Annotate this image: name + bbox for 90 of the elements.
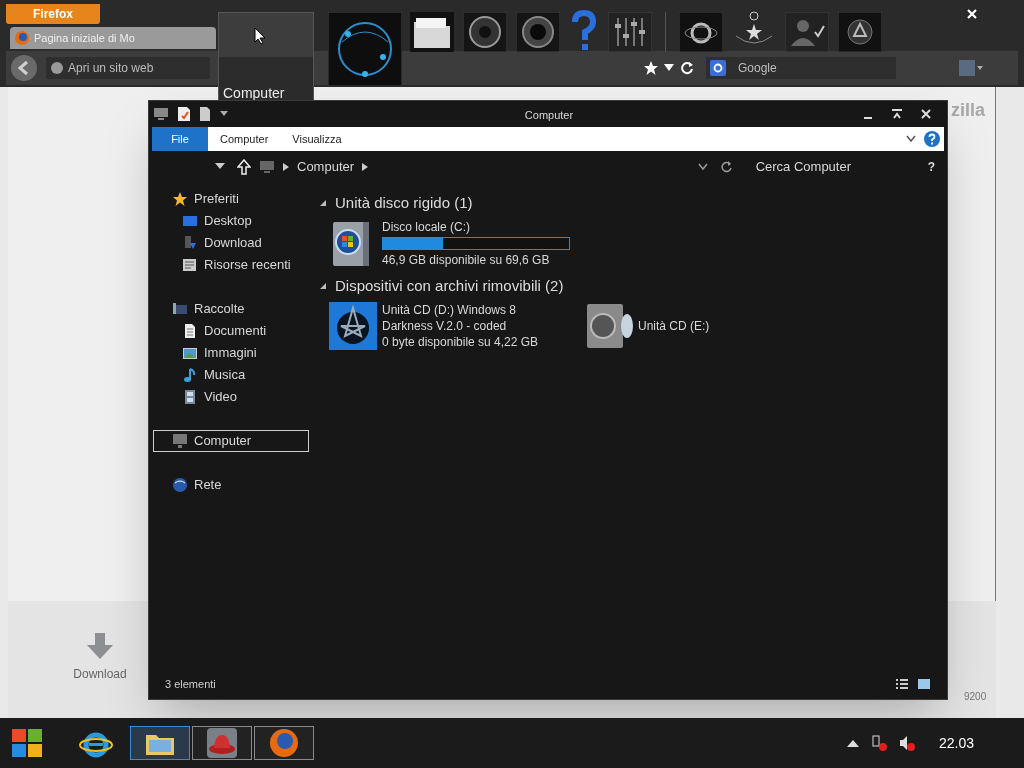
chevron-right-icon[interactable] xyxy=(362,163,369,171)
nav-item[interactable]: Documenti xyxy=(153,320,317,342)
user-icon[interactable] xyxy=(785,12,829,52)
search-field[interactable]: Google xyxy=(706,57,896,79)
dropdown-icon[interactable] xyxy=(697,163,708,171)
nav-item[interactable]: Desktop xyxy=(153,210,317,232)
ribbon-tab[interactable]: Computer xyxy=(208,127,281,151)
desktop-icon xyxy=(182,213,198,229)
computer-icon xyxy=(259,160,275,174)
window-title: Computer xyxy=(523,108,575,123)
tiles-view-icon[interactable] xyxy=(917,678,931,690)
pictures-icon xyxy=(182,345,198,361)
nav-item[interactable]: Preferiti xyxy=(153,188,317,210)
help-button[interactable]: ? xyxy=(927,158,935,176)
computer-icon xyxy=(172,433,188,449)
section-heading[interactable]: Dispositivi con archivi rimovibili (2) xyxy=(335,274,564,298)
nav-item[interactable]: Video xyxy=(153,386,317,408)
firefox-icon xyxy=(14,30,30,46)
nav-item[interactable]: Raccolte xyxy=(153,298,317,320)
search-field[interactable]: Cerca Computer xyxy=(743,157,904,177)
dropdown-icon[interactable] xyxy=(219,110,229,118)
ribbon-tab[interactable]: Visualizza xyxy=(280,127,354,151)
cursor-icon xyxy=(254,27,266,45)
drive-space-text: 46,9 GB disponibile su 69,6 GB xyxy=(382,252,551,268)
chevron-up-icon[interactable] xyxy=(846,739,859,747)
nav-item[interactable]: Immagini xyxy=(153,342,317,364)
dropdown-icon[interactable] xyxy=(215,163,225,171)
star-icon[interactable] xyxy=(643,60,659,76)
breadcrumb-item[interactable]: Computer xyxy=(297,157,355,177)
expand-icon[interactable] xyxy=(906,135,916,143)
properties-icon[interactable] xyxy=(177,106,191,122)
computer-icon xyxy=(153,107,169,121)
star-icon xyxy=(172,191,188,207)
taskbar-button[interactable] xyxy=(192,726,252,760)
nav-item[interactable]: Risorse recenti xyxy=(153,254,317,276)
music-icon xyxy=(182,367,198,383)
taskbar-button[interactable] xyxy=(254,726,314,760)
tab-title: Pagina iniziale di Mo xyxy=(34,30,135,46)
folder-icon[interactable] xyxy=(410,12,454,52)
sliders-icon[interactable] xyxy=(608,12,652,52)
speaker-muted-icon[interactable] xyxy=(898,735,915,751)
close-icon[interactable] xyxy=(921,109,931,119)
details-view-icon[interactable] xyxy=(895,678,909,690)
collapse-icon[interactable] xyxy=(319,199,327,207)
drive-name: Disco locale (C:) xyxy=(382,219,472,235)
emblem-icon xyxy=(329,302,377,350)
download-icon xyxy=(85,631,115,661)
download-button[interactable]: Download xyxy=(68,631,132,691)
preview-label: Computer xyxy=(223,84,285,103)
drive-item[interactable]: Disco locale (C:) 46,9 GB disponibile su 69,6 GB xyxy=(329,219,573,268)
recent-icon xyxy=(182,257,198,273)
firefox-icon xyxy=(268,727,300,759)
page-logo-text: zilla xyxy=(951,99,985,122)
drive-space-text: 0 byte disponibile su 4,22 GB xyxy=(382,334,539,350)
drive-name: Unità CD (E:) xyxy=(638,318,710,334)
build-text: 9200 xyxy=(964,690,987,704)
help-icon[interactable] xyxy=(924,131,940,147)
hat-icon xyxy=(206,727,238,759)
network-error-icon[interactable] xyxy=(870,735,887,751)
download-icon xyxy=(182,235,198,251)
nav-item[interactable]: Computer xyxy=(153,430,309,452)
drive-item[interactable]: Unità CD (D:) Windows 8 Darkness V.2.0 - coded 0 byte disponibile su 4,22 GB xyxy=(329,302,555,350)
drive-name: Unità CD (D:) Windows 8 xyxy=(382,302,518,318)
camera-lens-icon[interactable] xyxy=(516,12,560,52)
library-icon xyxy=(172,301,188,317)
cd-drive-icon xyxy=(585,302,633,350)
nav-item[interactable]: Download xyxy=(153,232,317,254)
network-icon xyxy=(172,477,188,493)
collapse-icon[interactable] xyxy=(319,282,327,290)
start-icon[interactable] xyxy=(11,727,43,759)
nav-item[interactable]: Musica xyxy=(153,364,317,386)
up-arrow-icon[interactable] xyxy=(237,159,251,175)
refresh-icon[interactable] xyxy=(719,161,732,173)
drive-name: Darkness V.2.0 - coded xyxy=(382,318,508,334)
search-engine-icon xyxy=(710,60,726,76)
status-text: 3 elementi xyxy=(165,676,216,692)
clock-text[interactable]: 22.03 xyxy=(938,732,974,754)
back-icon[interactable] xyxy=(10,54,38,82)
address-field[interactable]: Apri un sito web xyxy=(46,57,210,79)
new-folder-icon[interactable] xyxy=(199,106,211,122)
dropdown-icon[interactable] xyxy=(664,64,674,72)
restore-icon[interactable] xyxy=(891,109,903,119)
reload-icon[interactable] xyxy=(680,61,694,75)
drive-item[interactable]: Unità CD (E:) xyxy=(585,302,811,350)
section-heading[interactable]: Unità disco rigido (1) xyxy=(335,191,473,215)
video-icon xyxy=(182,389,198,405)
chevron-right-icon xyxy=(283,163,289,171)
document-icon xyxy=(182,323,198,339)
nav-item[interactable]: Rete xyxy=(153,474,317,496)
taskbar-button[interactable] xyxy=(130,726,190,760)
